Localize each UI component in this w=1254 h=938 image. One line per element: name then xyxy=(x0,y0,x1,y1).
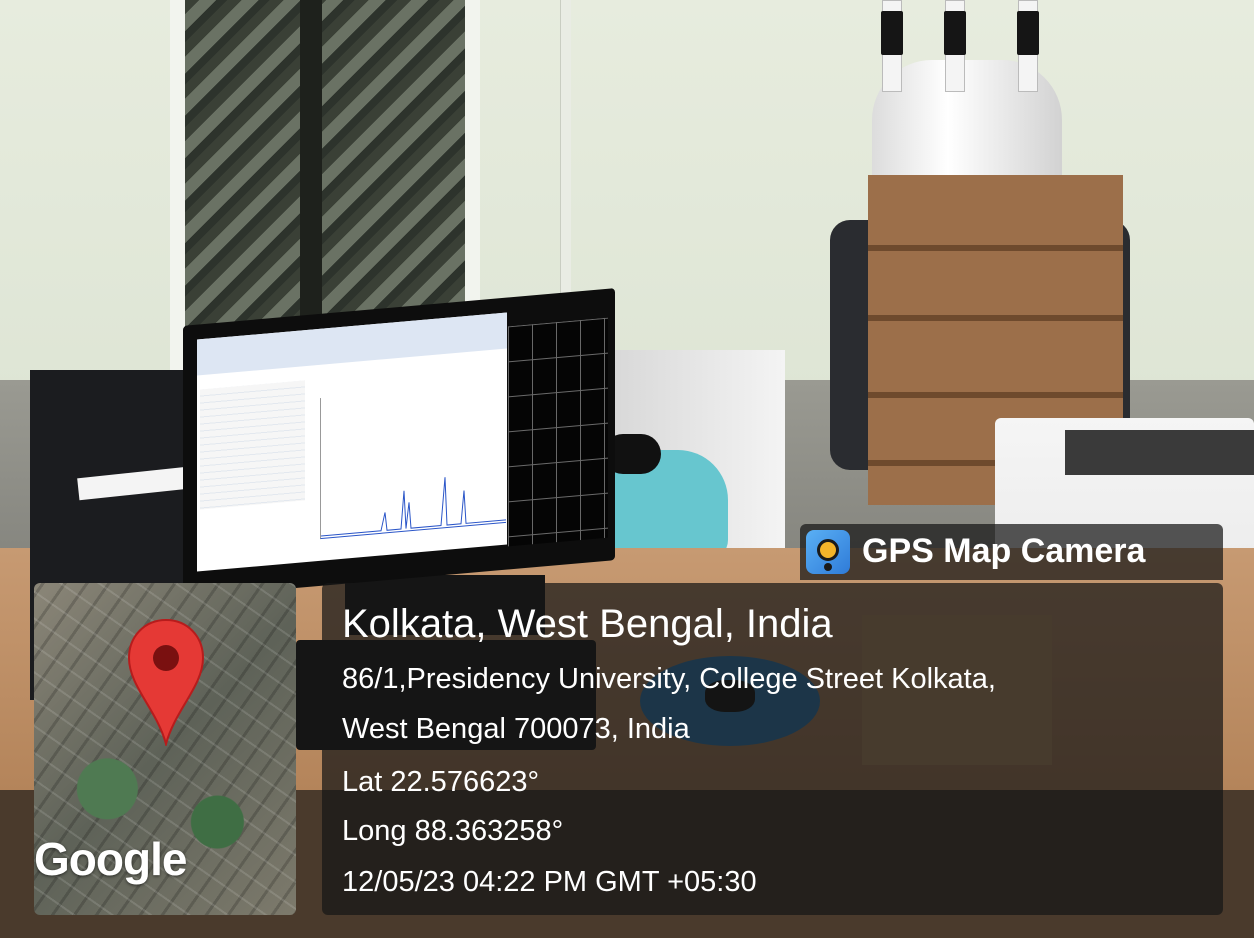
location-pin-icon xyxy=(127,618,205,748)
printer-tray xyxy=(1065,430,1254,475)
lock-display-panel xyxy=(508,317,608,547)
magnet-tower xyxy=(881,0,903,92)
map-attribution: Google xyxy=(34,833,187,885)
address-line-2: West Bengal 700073, India xyxy=(342,713,690,745)
longitude: Long 88.363258° xyxy=(342,815,564,847)
step-edge xyxy=(868,245,1123,251)
magnet-tower xyxy=(1017,0,1039,92)
photo-scene: GPS Map Camera Google Kolkata, West Beng… xyxy=(0,0,1254,938)
location-title: Kolkata, West Bengal, India xyxy=(342,602,833,646)
nmr-spectrum xyxy=(320,381,506,540)
latitude: Lat 22.576623° xyxy=(342,766,540,798)
timestamp: 12/05/23 04:22 PM GMT +05:30 xyxy=(342,866,757,898)
address-line-1: 86/1,Presidency University, College Stre… xyxy=(342,663,996,695)
step-edge xyxy=(868,392,1123,398)
app-name: GPS Map Camera xyxy=(862,532,1146,570)
step-edge xyxy=(868,315,1123,321)
magnet-tower xyxy=(944,0,966,92)
camera-pin-icon xyxy=(806,530,850,574)
window-divider xyxy=(300,0,322,360)
software-browser-panel xyxy=(200,380,305,510)
